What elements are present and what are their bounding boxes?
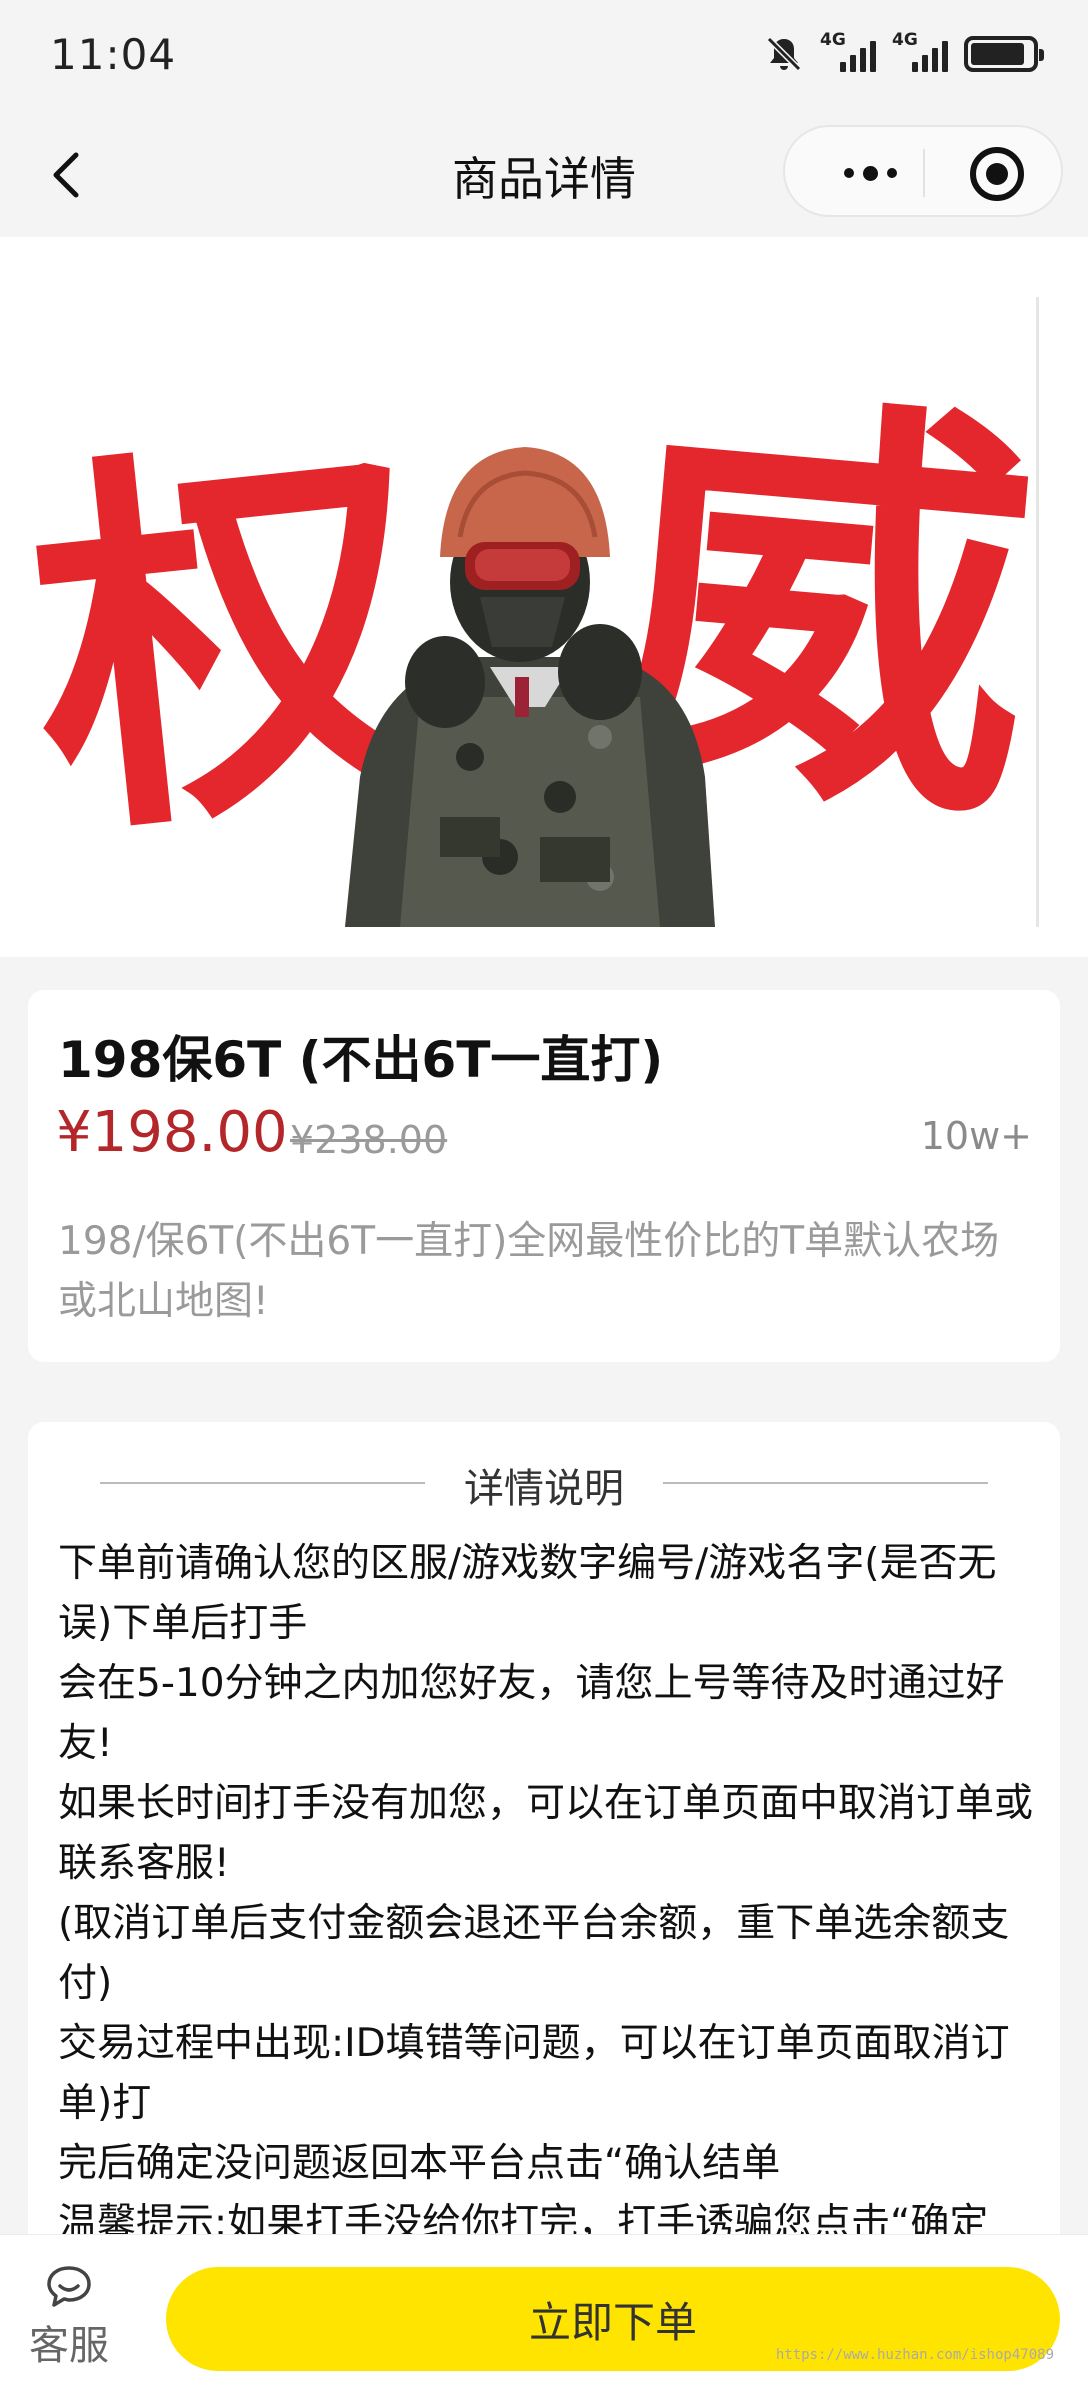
header-divider-right — [663, 1482, 988, 1484]
close-target-icon[interactable] — [970, 147, 1024, 201]
customer-service-button[interactable]: 客服 — [24, 2265, 114, 2375]
network-label: 4G — [820, 30, 846, 50]
product-title: 198保6T (不出6T一直打) — [58, 1031, 664, 1089]
detail-line: (取消订单后支付金额会退还平台余额，重下单选余额支付) — [58, 1901, 1010, 2006]
chat-bubble-icon — [47, 2266, 91, 2307]
product-price: ¥198.00 — [56, 1100, 288, 1165]
battery-icon — [964, 36, 1044, 72]
more-options-icon[interactable] — [825, 151, 915, 195]
detail-heading: 详情说明 — [464, 1466, 624, 1512]
detail-line: 会在5-10分钟之内加您好友，请您上号等待及时通过好友! — [58, 1661, 1005, 1766]
original-price: ¥238.00 — [290, 1118, 448, 1162]
detail-header: 详情说明 — [28, 1452, 1060, 1512]
product-subtitle: 198/保6T(不出6T一直打)全网最性价比的T单默认农场或北山地图! — [58, 1219, 1000, 1324]
product-image-art: 权 威 — [6, 297, 1051, 927]
signal-icon: 4G — [892, 30, 948, 72]
detail-line: 如果长时间打手没有加您，可以在订单页面中取消订单或联系客服! — [58, 1781, 1034, 1886]
detail-line: 交易过程中出现:ID填错等问题，可以在订单页面取消订单)打 — [58, 2021, 1010, 2126]
detail-line: 完后确定没问题返回本平台点击“确认结单 — [58, 2141, 781, 2186]
capsule-divider — [923, 149, 925, 197]
watermark: https://www.huzhan.com/ishop47089 — [775, 2347, 1054, 2363]
detail-body: 下单前请确认您的区服/游戏数字编号/游戏名字(是否无误)下单后打手 会在5-10… — [58, 1534, 1038, 2254]
product-info-card: 198保6T (不出6T一直打) ¥198.00 ¥238.00 10w+ 19… — [28, 990, 1060, 1362]
status-icons: 4G 4G — [764, 30, 1044, 74]
bottom-action-bar: 客服 立即下单 https://www.huzhan.com/ishop4708… — [0, 2234, 1088, 2400]
status-time: 11:04 — [50, 30, 177, 79]
customer-service-label: 客服 — [29, 2323, 109, 2369]
product-image[interactable]: 权 威 — [0, 237, 1088, 957]
sales-count: 10w+ — [920, 1114, 1032, 1158]
detail-line: 下单前请确认您的区服/游戏数字编号/游戏名字(是否无误)下单后打手 — [58, 1541, 997, 1646]
status-bar: 11:04 4G 4G — [0, 0, 1088, 115]
mute-bell-icon — [766, 36, 802, 72]
nav-bar: 商品详情 — [0, 115, 1088, 237]
signal-icon: 4G — [820, 30, 876, 72]
network-label: 4G — [892, 30, 918, 50]
mini-program-capsule — [783, 125, 1063, 217]
